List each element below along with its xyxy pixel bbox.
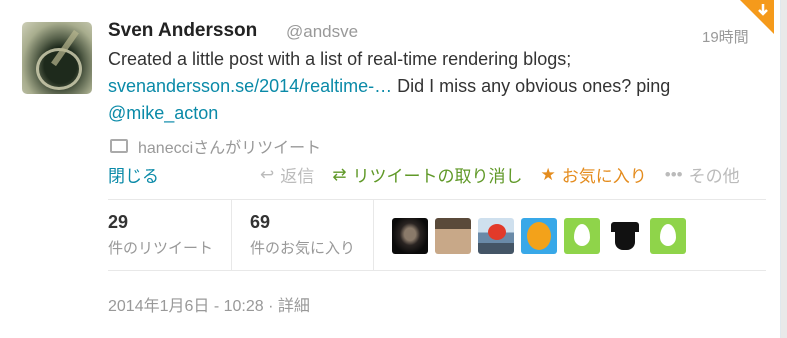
default-egg-avatar[interactable]: [564, 218, 600, 254]
more-icon: •••: [664, 164, 683, 184]
favorite-count[interactable]: 69 件のお気に入り: [250, 212, 355, 258]
reply-label: 返信: [280, 167, 315, 186]
author-handle[interactable]: @andsve: [286, 22, 358, 42]
tweet-link[interactable]: svenandersson.se/2014/realtime-…: [108, 76, 392, 96]
user-avatar[interactable]: [521, 218, 557, 254]
author-avatar[interactable]: [22, 22, 92, 94]
favorite-count-label: 件のお気に入り: [250, 240, 356, 257]
retweeted-by: hanecciさんがリツイート: [110, 134, 321, 158]
undo-retweet-label: リツイートの取り消し: [352, 167, 523, 186]
more-button[interactable]: ••• その他: [665, 162, 740, 187]
tweet-text: Created a little post with a list of rea…: [108, 46, 748, 127]
details-link[interactable]: 詳細: [278, 298, 310, 315]
favorite-label: お気に入り: [561, 167, 647, 186]
tweet-date-text: 2014年1月6日 - 10:28: [108, 298, 264, 315]
divider: [108, 270, 766, 271]
star-icon: ★: [540, 164, 556, 184]
reply-button[interactable]: ↩ 返信: [260, 162, 314, 187]
favorite-count-number: 69: [250, 212, 271, 232]
divider: [373, 200, 374, 270]
default-egg-avatar[interactable]: [650, 218, 686, 254]
retweet-count-number: 29: [108, 212, 129, 232]
undo-retweet-button[interactable]: ⇄ リツイートの取り消し: [332, 162, 522, 187]
retweet-count-label: 件のリツイート: [108, 240, 214, 257]
tweet-text-part: Did I miss any obvious ones? ping: [392, 76, 671, 96]
retweeted-by-label[interactable]: hanecciさんがリツイート: [138, 134, 321, 158]
retweet-count[interactable]: 29 件のリツイート: [108, 212, 213, 258]
user-avatar[interactable]: [392, 218, 428, 254]
user-avatar[interactable]: [607, 218, 643, 254]
favoriters-avatars: [392, 218, 686, 254]
tweet-text-part: Created a little post with a list of rea…: [108, 49, 572, 69]
author-name[interactable]: Sven Andersson: [108, 20, 257, 42]
retweet-icon: [110, 139, 128, 153]
tweet-card: Sven Andersson @andsve 19時間 Created a li…: [0, 0, 781, 338]
mention-link[interactable]: @mike_acton: [108, 103, 218, 123]
divider: [231, 200, 232, 270]
retweet-icon: ⇄: [332, 164, 347, 184]
retweet-corner-icon: [758, 4, 768, 16]
reply-icon: ↩: [260, 164, 275, 184]
favorite-button[interactable]: ★ お気に入り: [541, 162, 647, 187]
user-avatar[interactable]: [435, 218, 471, 254]
user-avatar[interactable]: [478, 218, 514, 254]
tweet-date: 2014年1月6日 - 10:28 · 詳細: [108, 292, 310, 316]
more-label: その他: [688, 167, 740, 186]
scrollbar[interactable]: [781, 0, 787, 338]
date-separator: ·: [268, 298, 278, 315]
divider: [108, 199, 766, 200]
tweet-actions: ↩ 返信 ⇄ リツイートの取り消し ★ お気に入り ••• その他: [260, 162, 740, 187]
close-link[interactable]: 閉じる: [108, 162, 159, 187]
